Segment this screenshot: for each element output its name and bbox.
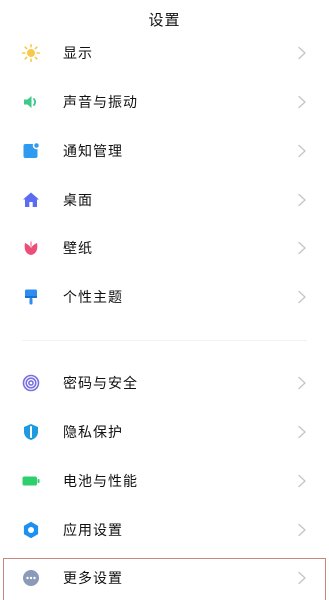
settings-item-label: 个性主题	[63, 290, 123, 306]
settings-item-label: 桌面	[63, 193, 93, 209]
battery-icon	[22, 472, 40, 490]
more-icon	[22, 569, 40, 587]
chevron-right-icon	[297, 425, 307, 439]
settings-item-label: 壁纸	[63, 241, 93, 257]
chevron-right-icon	[297, 571, 307, 585]
settings-item-label: 更多设置	[63, 571, 123, 587]
chevron-right-icon	[297, 144, 307, 158]
sun-icon	[22, 44, 40, 62]
settings-item-label: 隐私保护	[63, 425, 123, 441]
chevron-right-icon	[297, 95, 307, 109]
chevron-right-icon	[297, 290, 307, 304]
chevron-right-icon	[297, 46, 307, 60]
settings-item-password-security[interactable]: 密码与安全	[0, 359, 329, 407]
settings-item-label: 应用设置	[63, 523, 123, 539]
settings-item-label: 声音与振动	[63, 95, 138, 111]
settings-item-display[interactable]: 显示	[0, 29, 329, 77]
settings-item-more-settings[interactable]: 更多设置	[0, 554, 329, 600]
settings-item-desktop[interactable]: 桌面	[0, 176, 329, 224]
settings-item-label: 密码与安全	[63, 376, 138, 392]
chevron-right-icon	[297, 474, 307, 488]
settings-item-label: 通知管理	[63, 144, 123, 160]
paintbrush-icon	[22, 288, 40, 306]
chevron-right-icon	[297, 193, 307, 207]
settings-item-battery[interactable]: 电池与性能	[0, 457, 329, 505]
speaker-icon	[22, 93, 40, 111]
page-title: 设置	[148, 11, 181, 29]
settings-item-label: 显示	[63, 46, 93, 62]
settings-item-app-settings[interactable]: 应用设置	[0, 506, 329, 554]
settings-item-sound[interactable]: 声音与振动	[0, 78, 329, 126]
gear-icon	[22, 521, 40, 539]
chevron-right-icon	[297, 376, 307, 390]
settings-item-wallpaper[interactable]: 壁纸	[0, 224, 329, 272]
notification-icon	[22, 142, 40, 160]
home-icon	[22, 191, 40, 209]
shield-icon	[22, 423, 40, 441]
settings-item-label: 电池与性能	[63, 474, 138, 490]
fingerprint-icon	[22, 374, 40, 392]
settings-screen: 设置 显示 声音与振动 通知管理 桌面 壁纸 个性主题 密码与安全 隐私保护 电…	[0, 0, 329, 600]
chevron-right-icon	[297, 241, 307, 255]
flower-icon	[22, 239, 40, 257]
settings-item-privacy[interactable]: 隐私保护	[0, 408, 329, 456]
settings-item-themes[interactable]: 个性主题	[0, 273, 329, 321]
group-divider	[22, 340, 307, 341]
chevron-right-icon	[297, 523, 307, 537]
settings-item-notifications[interactable]: 通知管理	[0, 127, 329, 175]
